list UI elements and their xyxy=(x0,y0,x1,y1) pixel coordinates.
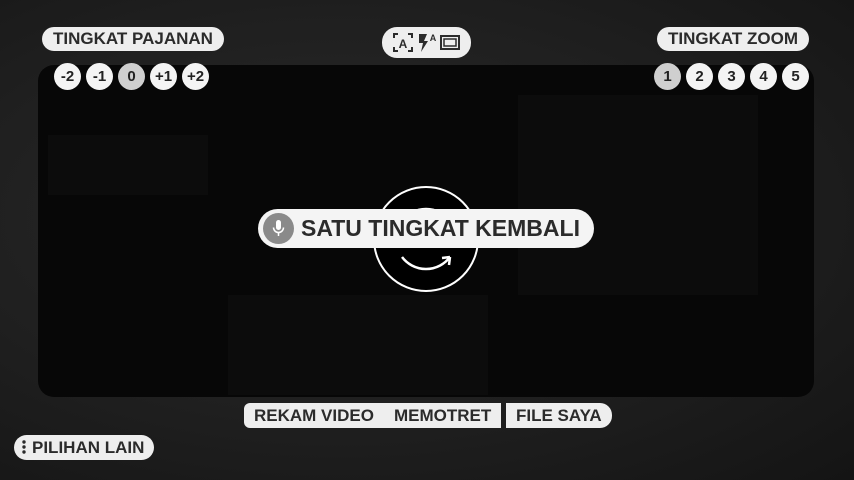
auto-focus-icon[interactable]: A xyxy=(391,27,415,58)
record-video-button[interactable]: REKAM VIDEO xyxy=(244,403,384,428)
zoom-3[interactable]: 3 xyxy=(718,63,745,90)
my-files-button[interactable]: FILE SAYA xyxy=(506,403,612,428)
viewfinder-shadow xyxy=(228,295,488,395)
exposure-minus-2[interactable]: -2 xyxy=(54,63,81,90)
voice-command-text: SATU TINGKAT KEMBALI xyxy=(301,215,580,241)
exposure-plus-1[interactable]: +1 xyxy=(150,63,177,90)
zoom-1[interactable]: 1 xyxy=(654,63,681,90)
svg-text:A: A xyxy=(399,37,408,51)
more-vertical-icon xyxy=(22,440,26,454)
exposure-0[interactable]: 0 xyxy=(118,63,145,90)
take-photo-button[interactable]: MEMOTRET xyxy=(384,403,502,428)
zoom-5[interactable]: 5 xyxy=(782,63,809,90)
camera-mode-toggles: A A xyxy=(382,27,471,58)
exposure-level-label: TINGKAT PAJANAN xyxy=(42,27,224,51)
more-options-button[interactable]: PILIHAN LAIN xyxy=(14,435,155,460)
exposure-plus-2[interactable]: +2 xyxy=(182,63,209,90)
more-options-label: PILIHAN LAIN xyxy=(32,438,145,457)
voice-command-toast: SATU TINGKAT KEMBALI xyxy=(258,209,594,248)
flash-auto-icon[interactable]: A xyxy=(416,27,438,58)
exposure-minus-1[interactable]: -1 xyxy=(86,63,113,90)
svg-text:A: A xyxy=(430,33,437,43)
zoom-4[interactable]: 4 xyxy=(750,63,777,90)
aspect-ratio-icon[interactable] xyxy=(439,27,461,58)
viewfinder-shadow xyxy=(48,135,208,195)
zoom-level-label: TINGKAT ZOOM xyxy=(657,27,809,51)
viewfinder-shadow xyxy=(518,95,758,295)
zoom-2[interactable]: 2 xyxy=(686,63,713,90)
microphone-icon xyxy=(263,213,294,244)
